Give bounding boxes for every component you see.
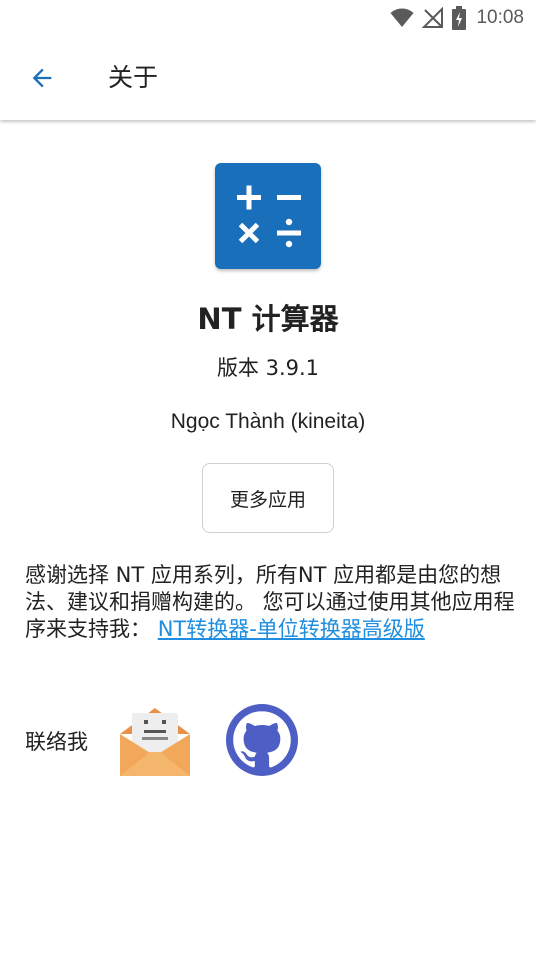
back-button[interactable] xyxy=(22,60,62,96)
no-signal-icon xyxy=(422,7,444,28)
author-name: Ngọc Thành (kineita) xyxy=(170,410,366,433)
github-contact-button[interactable] xyxy=(226,704,298,776)
battery-charging-icon xyxy=(452,6,467,30)
app-logo xyxy=(215,163,321,269)
thanks-message: 感谢选择 NT 应用系列，所有NT 应用都是由您的想法、建议和捐赠构建的。 您可… xyxy=(25,562,515,643)
nt-converter-link[interactable]: NT转换器-单位转换器高级版 xyxy=(158,617,425,641)
version-label: 版本 3.9.1 xyxy=(216,356,320,380)
page-title: 关于 xyxy=(108,63,159,92)
email-contact-button[interactable] xyxy=(118,704,192,778)
status-time: 10:08 xyxy=(476,7,524,28)
wifi-icon xyxy=(390,8,414,27)
app-bar: 关于 xyxy=(0,36,536,120)
status-icons: 10:08 xyxy=(390,6,524,30)
calculator-icon xyxy=(237,185,301,248)
email-icon xyxy=(120,708,190,776)
arrow-left-icon xyxy=(32,68,52,88)
more-apps-button[interactable]: 更多应用 xyxy=(202,463,334,533)
github-icon xyxy=(226,704,298,776)
app-name: NT 计算器 xyxy=(197,302,339,336)
contact-label: 联络我 xyxy=(25,730,88,754)
status-bar: 10:08 xyxy=(0,0,536,36)
